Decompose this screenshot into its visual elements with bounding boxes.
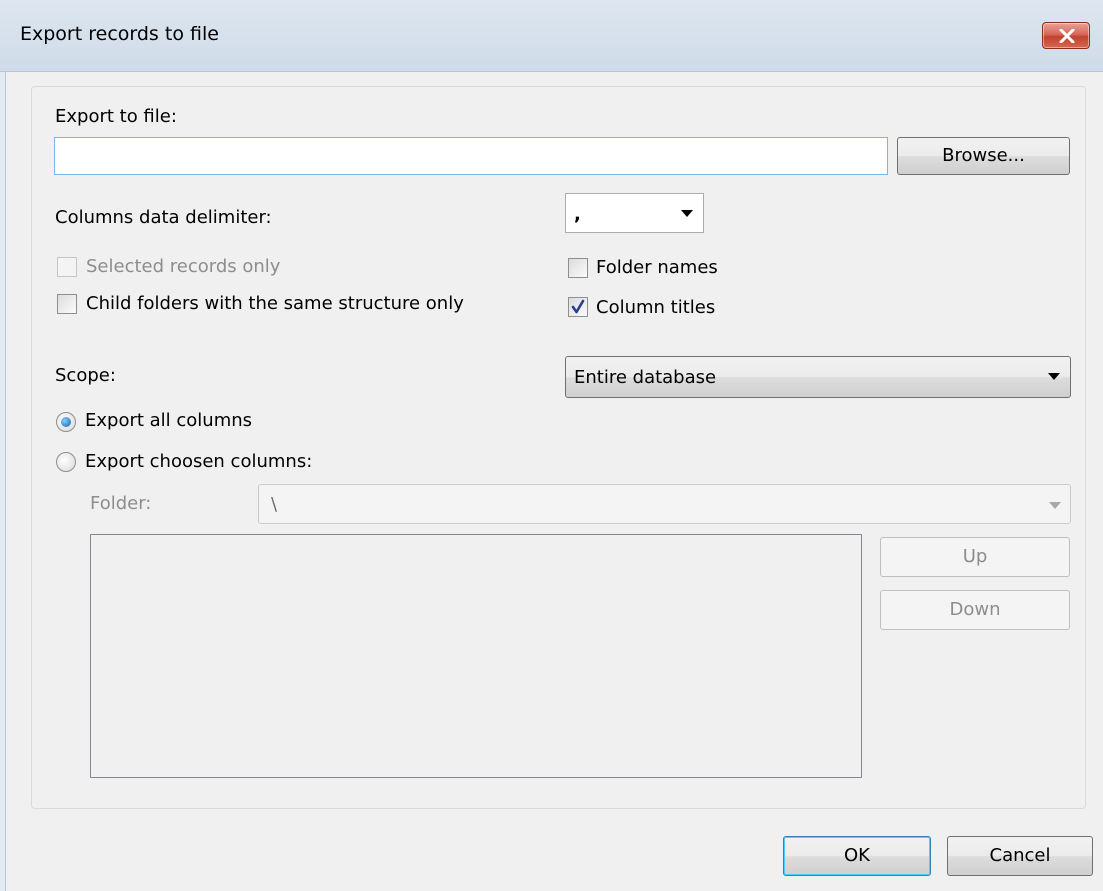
folder-names-checkbox[interactable]: [568, 258, 588, 278]
chevron-down-icon: [1049, 502, 1061, 509]
selected-records-only-checkbox[interactable]: [57, 257, 77, 277]
chevron-down-icon: [1048, 373, 1060, 380]
export-all-columns-label: Export all columns: [85, 410, 253, 431]
columns-list[interactable]: [90, 534, 862, 778]
radio-selected-dot: [61, 417, 71, 427]
scope-value: Entire database: [574, 367, 717, 388]
chevron-down-icon: [681, 210, 693, 217]
move-down-button[interactable]: Down: [880, 590, 1070, 630]
checkmark-icon: [571, 299, 585, 314]
browse-button[interactable]: Browse...: [897, 137, 1070, 175]
export-chosen-columns-radio[interactable]: [56, 452, 76, 472]
column-titles-checkbox[interactable]: [568, 297, 588, 317]
child-folders-label: Child folders with the same structure on…: [86, 293, 464, 314]
selected-records-only-label: Selected records only: [86, 256, 281, 277]
folder-names-label: Folder names: [596, 257, 718, 278]
export-chosen-columns-label: Export choosen columns:: [85, 451, 313, 472]
column-titles-label: Column titles: [596, 297, 716, 318]
export-file-path-input[interactable]: [54, 137, 888, 175]
folder-label: Folder:: [90, 493, 152, 514]
close-icon: [1059, 29, 1075, 43]
delimiter-select[interactable]: ,: [565, 193, 704, 233]
window-title: Export records to file: [20, 23, 219, 45]
close-button[interactable]: [1042, 22, 1090, 49]
cancel-button[interactable]: Cancel: [947, 836, 1093, 876]
ok-button[interactable]: OK: [783, 836, 931, 876]
move-up-button[interactable]: Up: [880, 537, 1070, 577]
delimiter-value: ,: [574, 204, 581, 225]
folder-value: \: [271, 494, 278, 515]
title-bar: Export records to file: [0, 0, 1103, 72]
export-all-columns-radio[interactable]: [56, 412, 76, 432]
child-folders-checkbox[interactable]: [57, 294, 77, 314]
delimiter-label: Columns data delimiter:: [55, 207, 272, 228]
window-border: [0, 72, 6, 891]
export-to-file-label: Export to file:: [55, 106, 177, 127]
scope-label: Scope:: [55, 365, 116, 386]
folder-select[interactable]: \: [258, 484, 1071, 524]
scope-select[interactable]: Entire database: [565, 356, 1071, 398]
